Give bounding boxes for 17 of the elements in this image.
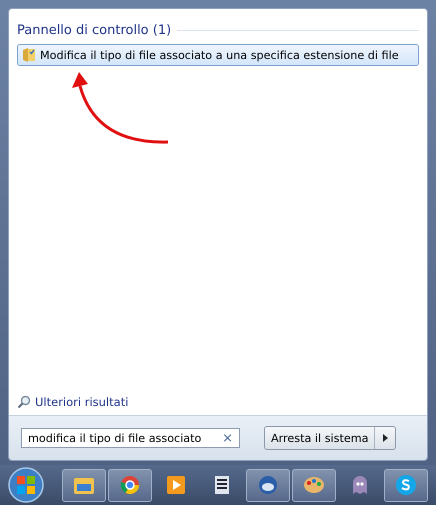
search-field[interactable]: modifica il tipo di file associato × [21,428,240,448]
play-icon [166,475,186,495]
palette-icon [303,475,325,495]
search-icon [17,395,31,409]
section-title: Pannello di controllo (1) [17,23,172,38]
more-results-link[interactable]: Ulteriori risultati [35,395,128,409]
browser-icon [120,475,140,495]
document-icon [213,475,231,495]
bird-icon [258,475,278,495]
caret-icon [382,434,388,442]
folder-icon [73,475,95,495]
taskbar-button[interactable] [384,468,428,502]
search-result[interactable]: Modifica il tipo di file associato a una specifica estensione di file [17,44,419,66]
folder-icon [22,47,36,63]
chat-icon [395,474,417,496]
clear-button[interactable]: × [222,430,233,446]
ghost-icon [351,475,369,495]
